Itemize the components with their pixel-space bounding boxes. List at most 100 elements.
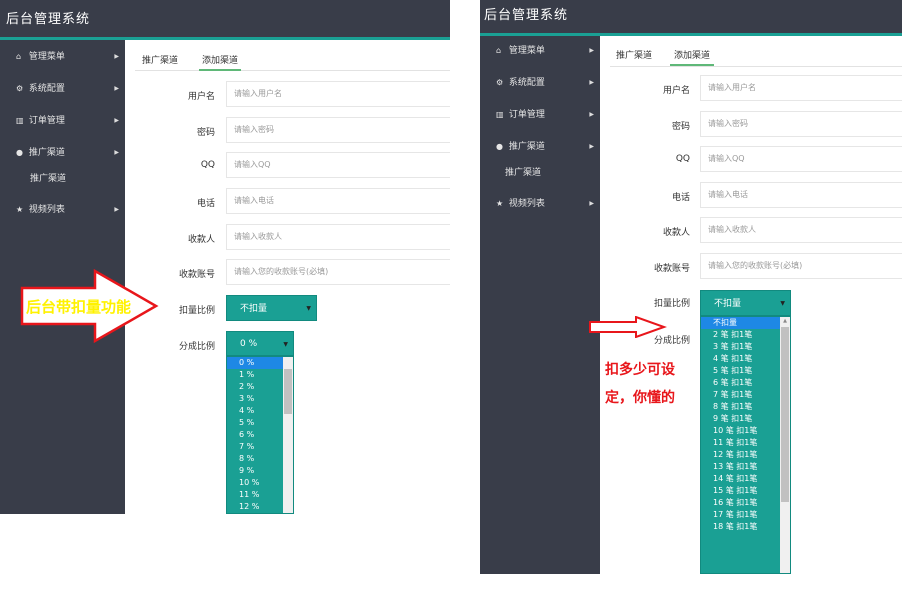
username-input[interactable]: 请输入用户名 xyxy=(700,75,902,101)
star-icon: ★ xyxy=(16,205,24,214)
sidebar-item-label: 订单管理 xyxy=(28,116,65,126)
dropdown-option[interactable]: 8 笔 扣1笔 xyxy=(701,401,790,413)
sidebar-item-system-config[interactable]: ⚙ 系统配置 ▶ xyxy=(480,72,600,94)
dropdown-option[interactable]: 5 笔 扣1笔 xyxy=(701,365,790,377)
dropdown-option[interactable]: 12 笔 扣1笔 xyxy=(701,449,790,461)
sidebar-item-videos[interactable]: ★ 视频列表 ▶ xyxy=(0,199,125,221)
app-title: 后台管理系统 xyxy=(484,8,569,23)
caret-down-icon: ▼ xyxy=(780,300,785,307)
tab-channels[interactable]: 推广渠道 xyxy=(142,53,178,71)
user-icon: ● xyxy=(496,142,503,151)
caret-right-icon: ▶ xyxy=(114,117,119,124)
share-ratio-select[interactable]: 0 % ▼ xyxy=(226,331,294,356)
account-label: 收款账号 xyxy=(653,264,690,274)
tab-channels[interactable]: 推广渠道 xyxy=(616,48,652,66)
payee-label: 收款人 xyxy=(662,228,690,238)
payee-label: 收款人 xyxy=(187,235,215,245)
account-input[interactable]: 请输入您的收款账号(必填) xyxy=(700,253,902,279)
dropdown-option[interactable]: 2 笔 扣1笔 xyxy=(701,329,790,341)
scrollbar[interactable] xyxy=(283,357,293,513)
scrollbar-thumb[interactable] xyxy=(781,327,789,502)
dropdown-option[interactable]: 9 笔 扣1笔 xyxy=(701,413,790,425)
caret-right-icon: ▶ xyxy=(114,85,119,92)
phone-label: 电话 xyxy=(196,199,215,209)
caret-right-icon: ▶ xyxy=(589,200,594,207)
deduct-ratio-label: 扣量比例 xyxy=(653,299,690,309)
dropdown-option[interactable]: 10 笔 扣1笔 xyxy=(701,425,790,437)
caret-right-icon: ▶ xyxy=(589,79,594,86)
phone-input[interactable]: 请输入电话 xyxy=(226,188,450,214)
password-input[interactable]: 请输入密码 xyxy=(700,111,902,137)
sidebar-item-manage-menu[interactable]: ⌂ 管理菜单 ▶ xyxy=(480,40,600,62)
tab-add-channel[interactable]: 添加渠道 xyxy=(199,53,242,71)
scrollbar-thumb[interactable] xyxy=(284,369,292,414)
sidebar-item-orders[interactable]: ▥ 订单管理 ▶ xyxy=(480,104,600,126)
sidebar-subitem-channels[interactable]: 推广渠道 xyxy=(0,170,125,188)
screenshot-left: 后台管理系统 ⌂ 管理菜单 ▶ ⚙ 系统配置 ▶ ▥ 订单管理 ▶ ● 推广渠道… xyxy=(0,0,450,514)
sidebar-item-manage-menu[interactable]: ⌂ 管理菜单 ▶ xyxy=(0,46,125,68)
deduct-ratio-value: 不扣量 xyxy=(714,299,742,309)
account-input[interactable]: 请输入您的收款账号(必填) xyxy=(226,259,450,285)
annotation-right-line1: 扣多少可设 xyxy=(605,362,675,378)
username-label: 用户名 xyxy=(187,92,215,102)
sidebar-item-channels[interactable]: ● 推广渠道 ▶ xyxy=(480,136,600,158)
dropdown-option[interactable]: 13 笔 扣1笔 xyxy=(701,461,790,473)
dropdown-option[interactable]: 不扣量 xyxy=(701,317,790,329)
sidebar-item-label: 视频列表 xyxy=(508,199,545,209)
sidebar-item-channels[interactable]: ● 推广渠道 ▶ xyxy=(0,142,125,164)
deduct-ratio-select[interactable]: 不扣量 ▼ xyxy=(700,290,791,316)
qq-input[interactable]: 请输入QQ xyxy=(700,146,902,172)
top-header: 后台管理系统 xyxy=(0,0,450,40)
dropdown-option[interactable]: 15 笔 扣1笔 xyxy=(701,485,790,497)
user-icon: ● xyxy=(16,148,23,157)
sidebar-item-label: 系统配置 xyxy=(28,84,65,94)
dropdown-option[interactable]: 3 笔 扣1笔 xyxy=(701,341,790,353)
deduct-ratio-select[interactable]: 不扣量 ▼ xyxy=(226,295,317,321)
dropdown-option[interactable]: 16 笔 扣1笔 xyxy=(701,497,790,509)
payee-input[interactable]: 请输入收款人 xyxy=(226,224,450,250)
bar-chart-icon: ▥ xyxy=(496,110,504,119)
caret-right-icon: ▶ xyxy=(589,143,594,150)
sidebar-item-system-config[interactable]: ⚙ 系统配置 ▶ xyxy=(0,78,125,100)
sidebar-item-videos[interactable]: ★ 视频列表 ▶ xyxy=(480,193,600,215)
caret-right-icon: ▶ xyxy=(114,53,119,60)
deduct-ratio-dropdown[interactable]: 不扣量 2 笔 扣1笔 3 笔 扣1笔 4 笔 扣1笔 5 笔 扣1笔 6 笔 扣1笔 7 … xyxy=(700,316,791,574)
sidebar-item-label: 视频列表 xyxy=(28,205,65,215)
dropdown-option[interactable]: 6 笔 扣1笔 xyxy=(701,377,790,389)
sidebar-subitem-channels[interactable]: 推广渠道 xyxy=(480,164,600,182)
dropdown-option[interactable]: 17 笔 扣1笔 xyxy=(701,509,790,521)
phone-label: 电话 xyxy=(671,193,690,203)
sidebar-item-label: 推广渠道 xyxy=(508,142,545,152)
cogs-icon: ⚙ xyxy=(496,78,504,87)
tab-bar: 推广渠道 添加渠道 xyxy=(135,43,450,71)
sidebar: ⌂ 管理菜单 ▶ ⚙ 系统配置 ▶ ▥ 订单管理 ▶ ● 推广渠道 ▶ 推广渠道… xyxy=(480,36,600,574)
caret-right-icon: ▶ xyxy=(114,149,119,156)
sidebar-item-orders[interactable]: ▥ 订单管理 ▶ xyxy=(0,110,125,132)
dropdown-option[interactable]: 18 笔 扣1笔 xyxy=(701,521,790,533)
dropdown-option[interactable]: 4 笔 扣1笔 xyxy=(701,353,790,365)
annotation-left-text: 后台带扣量功能 xyxy=(26,298,132,316)
main-content: 推广渠道 添加渠道 用户名 请输入用户名 密码 请输入密码 QQ 请输入QQ 电… xyxy=(125,43,450,514)
dropdown-option[interactable]: 7 笔 扣1笔 xyxy=(701,389,790,401)
scroll-up-icon[interactable]: ▲ xyxy=(780,317,790,325)
app-title: 后台管理系统 xyxy=(6,12,91,27)
dropdown-option[interactable]: 11 笔 扣1笔 xyxy=(701,437,790,449)
tab-add-channel[interactable]: 添加渠道 xyxy=(670,48,715,66)
password-input[interactable]: 请输入密码 xyxy=(226,117,450,143)
password-label: 密码 xyxy=(196,128,215,138)
phone-input[interactable]: 请输入电话 xyxy=(700,182,902,208)
share-ratio-dropdown[interactable]: 0 % 1 % 2 % 3 % 4 % 5 % 6 % 7 % 8 % 9 % 10 % 11 % 12… xyxy=(226,356,294,514)
sidebar-item-label: 管理菜单 xyxy=(508,46,545,56)
scrollbar[interactable]: ▲ xyxy=(780,317,790,573)
username-input[interactable]: 请输入用户名 xyxy=(226,81,450,107)
payee-input[interactable]: 请输入收款人 xyxy=(700,217,902,243)
annotation-arrow-right xyxy=(589,316,667,338)
home-icon: ⌂ xyxy=(16,52,22,61)
qq-input[interactable]: 请输入QQ xyxy=(226,152,450,178)
dropdown-option[interactable]: 14 笔 扣1笔 xyxy=(701,473,790,485)
sidebar-item-label: 订单管理 xyxy=(508,110,545,120)
top-header: 后台管理系统 xyxy=(480,0,902,36)
sidebar-item-label: 管理菜单 xyxy=(28,52,65,62)
caret-right-icon: ▶ xyxy=(589,47,594,54)
deduct-ratio-value: 不扣量 xyxy=(240,304,268,314)
